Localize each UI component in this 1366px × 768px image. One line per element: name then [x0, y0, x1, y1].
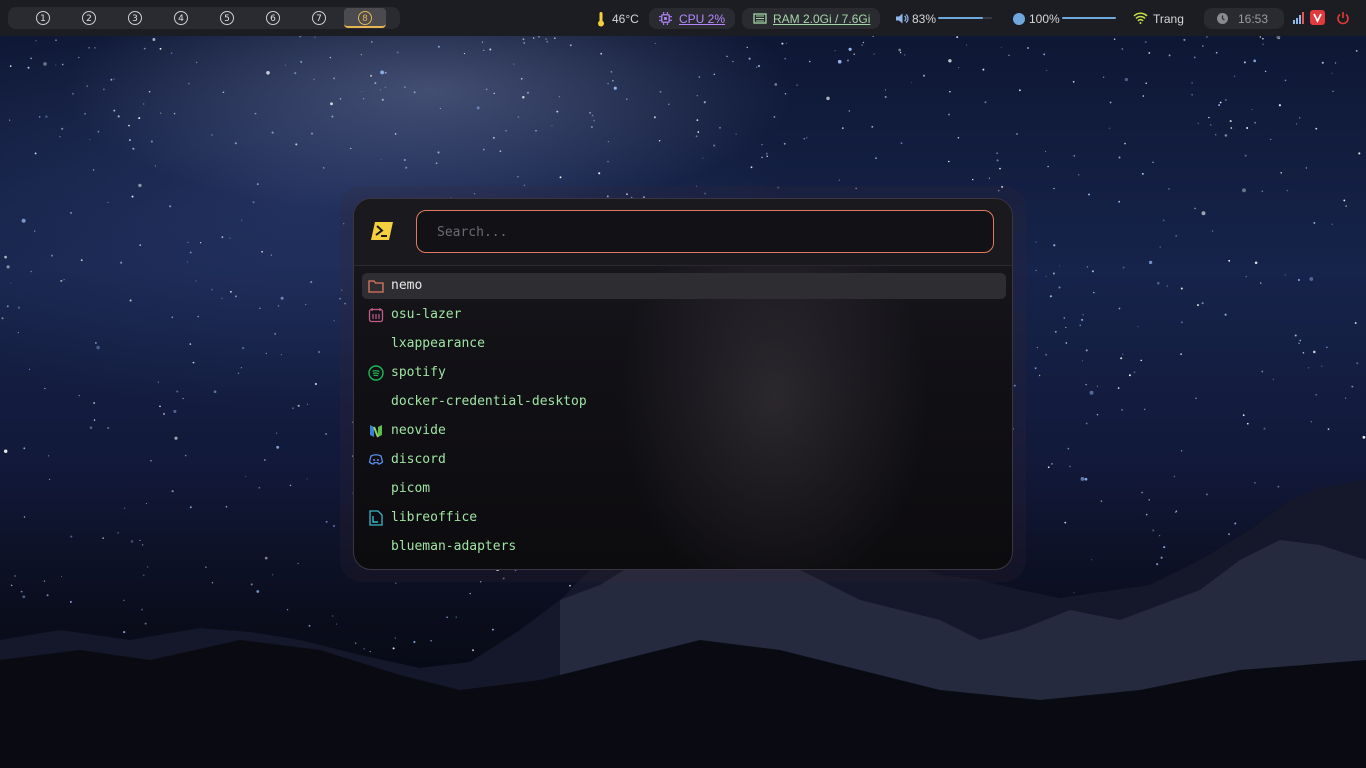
app-launcher: nemo osu-lazer lxappearance spotify dock… [353, 198, 1013, 570]
ram-usage: RAM 2.0Gi / 7.6Gi [773, 12, 871, 26]
osu-icon [368, 308, 384, 323]
workspace-6-button[interactable]: 6 [266, 11, 280, 25]
workspace-5-button[interactable]: 5 [220, 11, 234, 25]
volume-value: 83% [912, 12, 937, 26]
workspace-7-button[interactable]: 7 [312, 11, 326, 25]
list-item[interactable]: neovide [362, 418, 1006, 444]
list-item-label: nemo [391, 278, 423, 293]
list-item-label: blueman-adapters [391, 539, 517, 554]
workspace-4-button[interactable]: 4 [174, 11, 188, 25]
volume-icon[interactable] [895, 12, 909, 25]
signal-icon[interactable] [1293, 12, 1305, 24]
workspace-8-button[interactable]: 8 [358, 11, 372, 25]
cpu-usage: CPU 2% [679, 12, 726, 26]
top-bar: 1 2 3 4 5 6 7 8 46°C CPU 2% RAM 2.0Gi / … [0, 0, 1366, 36]
list-item-label: lxappearance [391, 336, 485, 351]
list-item[interactable]: nemo [362, 273, 1006, 299]
wifi-icon[interactable] [1133, 12, 1148, 24]
libreoffice-icon [369, 510, 383, 526]
list-item[interactable]: docker-credential-desktop [362, 389, 1006, 415]
list-item-label: neovide [391, 423, 446, 438]
cpu-chip-icon [659, 12, 672, 25]
clock-time: 16:53 [1238, 12, 1269, 26]
search-box[interactable] [416, 210, 994, 253]
list-item[interactable]: osu-lazer [362, 302, 1006, 328]
list-item[interactable]: discord [362, 447, 1006, 473]
list-item[interactable]: libreoffice [362, 505, 1006, 531]
list-item[interactable]: picom [362, 476, 1006, 502]
workspace-switcher: 1 2 3 4 5 6 7 8 [8, 7, 400, 29]
list-item[interactable]: blueman-adapters [362, 534, 1006, 560]
list-item-label: discord [391, 452, 446, 467]
folder-icon [368, 280, 384, 293]
temperature-value: 46°C [612, 12, 639, 26]
clock-icon [1217, 13, 1228, 24]
vivaldi-tray-icon[interactable] [1310, 10, 1325, 25]
discord-icon [368, 454, 384, 465]
list-item-label: libreoffice [391, 510, 478, 525]
brightness-value: 100% [1029, 12, 1060, 26]
list-item-label: spotify [391, 365, 446, 380]
brightness-icon [1013, 13, 1025, 25]
list-item[interactable]: spotify [362, 360, 1006, 386]
brightness-slider-fill [1062, 17, 1116, 19]
list-item-label: picom [391, 481, 431, 496]
list-item-label: docker-credential-desktop [391, 394, 587, 409]
power-icon[interactable] [1336, 11, 1350, 25]
workspace-1-button[interactable]: 1 [36, 11, 50, 25]
search-input[interactable] [435, 219, 979, 245]
list-item[interactable]: lxappearance [362, 331, 1006, 357]
results-list: nemo osu-lazer lxappearance spotify dock… [362, 273, 1006, 563]
memory-icon [753, 13, 767, 24]
volume-slider-fill [938, 17, 983, 19]
spotify-icon [368, 365, 384, 381]
workspace-3-button[interactable]: 3 [128, 11, 142, 25]
wifi-network-name: Trang [1153, 12, 1184, 26]
launcher-header [354, 199, 1012, 266]
neovide-icon [370, 425, 382, 438]
workspace-2-button[interactable]: 2 [82, 11, 96, 25]
thermometer-icon [598, 12, 604, 27]
prompt-icon [371, 222, 393, 240]
list-item-label: osu-lazer [391, 307, 462, 322]
